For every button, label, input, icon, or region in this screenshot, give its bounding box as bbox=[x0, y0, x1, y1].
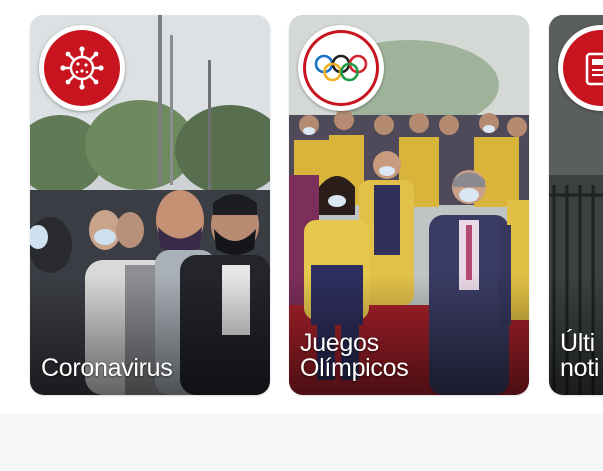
story-title-line: Juegos bbox=[300, 329, 379, 357]
story-card-juegos-olimpicos[interactable]: Juegos Olímpicos bbox=[289, 15, 529, 395]
story-title-line: Últi bbox=[560, 329, 595, 357]
story-title-coronavirus: Coronavirus bbox=[41, 356, 262, 381]
footer-area bbox=[0, 414, 603, 471]
story-title-ultimas-noticias: Últi noti bbox=[560, 331, 603, 381]
story-card-ultimas-noticias[interactable]: Últi noti bbox=[549, 15, 603, 395]
story-badge-coronavirus bbox=[39, 25, 125, 111]
story-title-juegos-olimpicos: Juegos Olímpicos bbox=[300, 331, 521, 381]
story-card-coronavirus[interactable]: Coronavirus bbox=[30, 15, 270, 395]
newspaper-icon bbox=[563, 30, 603, 106]
story-title-line: Olímpicos bbox=[300, 354, 409, 382]
story-badge-juegos-olimpicos bbox=[298, 25, 384, 111]
stories-carousel[interactable]: Coronavirus Juegos Olímpicos Últi noti bbox=[0, 0, 603, 414]
story-title-line: Coronavirus bbox=[41, 354, 173, 382]
page: Coronavirus Juegos Olímpicos Últi noti bbox=[0, 0, 603, 471]
story-title-line: noti bbox=[560, 354, 600, 382]
virus-icon bbox=[44, 30, 120, 106]
olympic-rings-icon bbox=[303, 30, 379, 106]
